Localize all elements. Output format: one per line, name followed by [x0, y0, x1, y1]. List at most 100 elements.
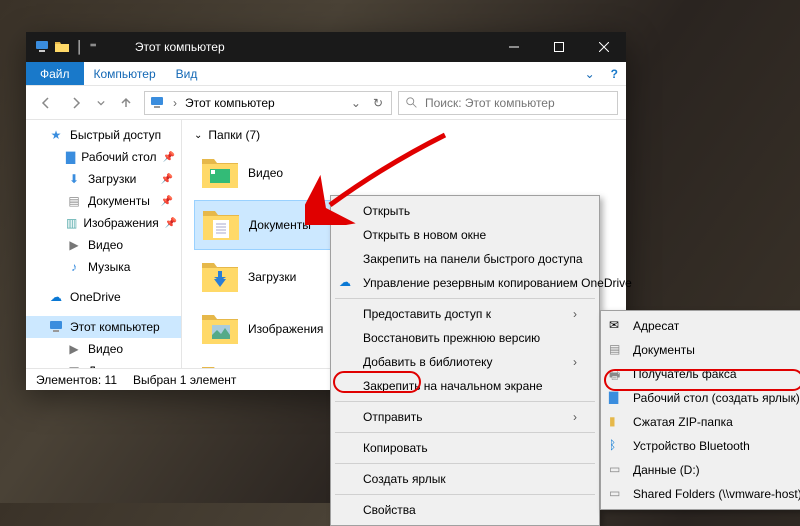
sendto-drive-z[interactable]: ▭Shared Folders (\\vmware-host) (Z:) [603, 482, 800, 506]
label: Этот компьютер [70, 320, 160, 334]
tab-computer[interactable]: Компьютер [84, 62, 166, 85]
fax-icon: 🖶 [609, 366, 625, 382]
downloads-folder-icon [200, 257, 240, 297]
separator [335, 463, 595, 464]
pin-icon: 📌 [161, 196, 173, 207]
forward-button[interactable] [64, 91, 88, 115]
nav-videos[interactable]: ▶ Видео [26, 234, 181, 256]
help-icon[interactable]: ? [603, 67, 626, 81]
nav-pc-documents[interactable]: ▤Документы [26, 360, 181, 368]
search-box[interactable] [398, 91, 618, 115]
label: Документы [88, 194, 150, 208]
ctx-properties[interactable]: Свойства [333, 498, 597, 522]
tab-file[interactable]: Файл [26, 62, 84, 85]
folder-video[interactable]: Видео [194, 148, 354, 198]
refresh-icon[interactable]: ↻ [369, 96, 387, 110]
back-button[interactable] [34, 91, 58, 115]
label: Загрузки [88, 172, 136, 186]
music-icon: ♪ [66, 259, 82, 275]
ctx-grant-access[interactable]: Предоставить доступ к› [333, 302, 597, 326]
ctx-shortcut[interactable]: Создать ярлык [333, 467, 597, 491]
ctx-restore[interactable]: Восстановить прежнюю версию [333, 326, 597, 350]
nav-documents[interactable]: ▤ Документы 📌 [26, 190, 181, 212]
nav-this-pc[interactable]: Этот компьютер [26, 316, 181, 338]
documents-folder-icon [201, 205, 241, 245]
separator [335, 401, 595, 402]
nav-music[interactable]: ♪ Музыка [26, 256, 181, 278]
label: Музыка [88, 260, 130, 274]
pc-icon [48, 319, 64, 335]
recent-button[interactable] [94, 91, 108, 115]
sendto-drive-d[interactable]: ▭Данные (D:) [603, 458, 800, 482]
ctx-send-to[interactable]: Отправить› [333, 405, 597, 429]
pictures-folder-icon [200, 309, 240, 349]
video-folder-icon [200, 153, 240, 193]
context-submenu-sendto: ✉Адресат ▤Документы 🖶Получатель факса ▇Р… [600, 310, 800, 510]
ribbon-expand-icon[interactable]: ⌄ [577, 67, 603, 81]
chevron-right-icon: › [543, 355, 577, 369]
sendto-fax[interactable]: 🖶Получатель факса [603, 362, 800, 386]
group-header[interactable]: ⌄Папки (7) [194, 128, 626, 142]
search-input[interactable] [425, 96, 611, 110]
desktop-icon: ▇ [609, 390, 625, 406]
label: OneDrive [70, 290, 121, 304]
zip-icon: ▮ [609, 414, 625, 430]
breadcrumb[interactable]: Этот компьютер [185, 96, 275, 110]
nav-pane: ★Быстрый доступ ▇Рабочий стол📌 ⬇Загрузки… [26, 120, 182, 368]
label: Рабочий стол [81, 150, 156, 164]
nav-downloads[interactable]: ⬇Загрузки📌 [26, 168, 181, 190]
separator [335, 298, 595, 299]
label: Видео [88, 238, 123, 252]
minimize-button[interactable] [491, 32, 536, 62]
document-icon: ▤ [609, 342, 625, 358]
document-icon: ▤ [66, 193, 82, 209]
address-box[interactable]: › Этот компьютер ⌄ ↻ [144, 91, 392, 115]
pc-icon [149, 95, 165, 111]
ctx-onedrive[interactable]: ☁Управление резервным копированием OneDr… [333, 271, 597, 295]
nav-onedrive[interactable]: ☁OneDrive [26, 286, 181, 308]
window-title: Этот компьютер [135, 40, 225, 54]
sendto-desktop[interactable]: ▇Рабочий стол (создать ярлык) [603, 386, 800, 410]
label: Изображения [83, 216, 158, 230]
titlebar[interactable]: │ ⁼ Этот компьютер [26, 32, 626, 62]
ctx-pin-quick[interactable]: Закрепить на панели быстрого доступа [333, 247, 597, 271]
close-button[interactable] [581, 32, 626, 62]
pin-icon: 📌 [163, 152, 175, 163]
nav-pictures[interactable]: ▥ Изображения 📌 [26, 212, 181, 234]
divider-icon: │ [74, 40, 86, 54]
sendto-recipient[interactable]: ✉Адресат [603, 314, 800, 338]
video-icon: ▶ [66, 237, 82, 253]
sendto-zip[interactable]: ▮Сжатая ZIP-папка [603, 410, 800, 434]
ribbon-tabs: Файл Компьютер Вид ⌄ ? [26, 62, 626, 86]
maximize-button[interactable] [536, 32, 581, 62]
download-icon: ⬇ [66, 171, 82, 187]
pin-icon: 📌 [165, 218, 177, 229]
nav-pc-video[interactable]: ▶Видео [26, 338, 181, 360]
nav-quick-access[interactable]: ★Быстрый доступ [26, 124, 181, 146]
label: Загрузки [248, 270, 296, 284]
ctx-copy[interactable]: Копировать [333, 436, 597, 460]
ctx-open[interactable]: Открыть [333, 199, 597, 223]
star-icon: ★ [48, 127, 64, 143]
drive-icon: ▭ [609, 486, 625, 502]
tab-view[interactable]: Вид [166, 62, 208, 85]
folder-icon [54, 39, 70, 55]
cloud-icon: ☁ [339, 275, 355, 291]
up-button[interactable] [114, 91, 138, 115]
ctx-pin-start[interactable]: Закрепить на начальном экране [333, 374, 597, 398]
sendto-bluetooth[interactable]: ᛒУстройство Bluetooth [603, 434, 800, 458]
separator [335, 494, 595, 495]
item-count: Элементов: 11 [36, 373, 117, 387]
ctx-open-new[interactable]: Открыть в новом окне [333, 223, 597, 247]
label: Документы [249, 218, 311, 232]
search-icon [405, 96, 419, 110]
ctx-add-library[interactable]: Добавить в библиотеку› [333, 350, 597, 374]
image-icon: ▥ [66, 215, 77, 231]
bluetooth-icon: ᛒ [609, 438, 625, 454]
chevron-right-icon[interactable]: › [169, 96, 181, 110]
overflow-icon[interactable]: ⁼ [90, 39, 97, 56]
context-menu: Открыть Открыть в новом окне Закрепить н… [330, 195, 600, 526]
chevron-down-icon[interactable]: ⌄ [347, 96, 365, 110]
sendto-documents[interactable]: ▤Документы [603, 338, 800, 362]
nav-desktop[interactable]: ▇Рабочий стол📌 [26, 146, 181, 168]
